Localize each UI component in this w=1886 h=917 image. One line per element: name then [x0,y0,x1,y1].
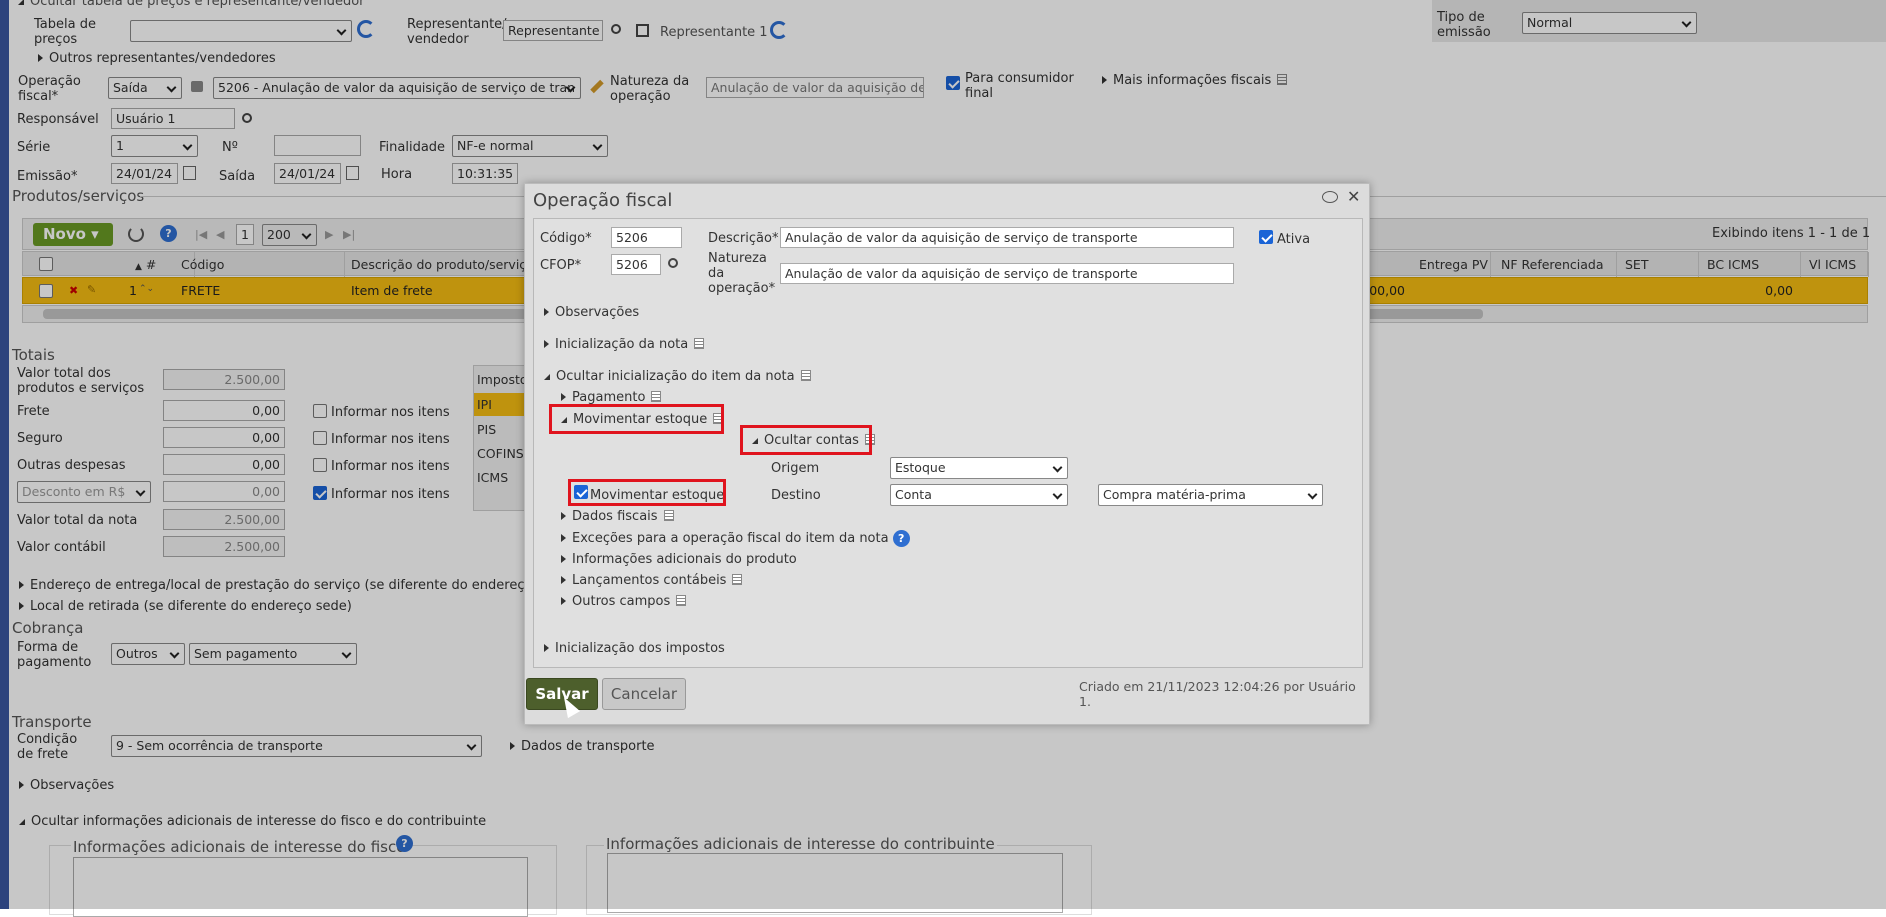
destino-conta-select[interactable]: Compra matéria-prima [1098,484,1323,506]
info-adicionais-produto-toggle[interactable]: Informações adicionais do produto [561,552,797,567]
excecoes-toggle[interactable]: Exceções para a operação fiscal do item … [561,530,910,547]
destino-label: Destino [771,488,821,503]
info-adicionais-produto-label: Informações adicionais do produto [572,552,797,567]
pagamento-label: Pagamento [572,390,646,405]
dialog-title: Operação fiscal [533,190,673,211]
highlight-ocultar-contas [740,425,872,455]
codigo-input[interactable]: 5206 [611,227,682,248]
cfop-label: CFOP* [540,258,582,273]
ocultar-inicializacao-item-toggle[interactable]: Ocultar inicialização do item da nota [544,369,811,384]
ocultar-inicializacao-item-label: Ocultar inicialização do item da nota [556,369,795,384]
codigo-label: Código* [540,231,592,246]
destino-select[interactable]: Conta [890,484,1068,506]
inicializacao-nota-toggle[interactable]: Inicialização da nota [544,337,705,352]
natureza-operacao-input[interactable]: Anulação de valor da aquisição de serviç… [780,263,1234,284]
outros-campos-toggle[interactable]: Outros campos [561,594,687,609]
excecoes-label: Exceções para a operação fiscal do item … [572,531,889,546]
natureza-operacao-label: Natureza da operação* [708,251,776,296]
dados-fiscais-toggle[interactable]: Dados fiscais [561,509,674,524]
note-icon [694,338,705,349]
inicializacao-nota-label: Inicialização da nota [555,337,689,352]
note-icon [651,391,662,402]
dialog-body: Código* 5206 Descrição* Anulação de valo… [533,218,1363,668]
descricao-input[interactable]: Anulação de valor da aquisição de serviç… [780,227,1234,248]
outros-campos-label: Outros campos [572,594,671,609]
note-icon [676,595,687,606]
observacoes-toggle[interactable]: Observações [544,305,639,320]
inicializacao-impostos-toggle[interactable]: Inicialização dos impostos [544,641,725,656]
note-icon [732,574,743,585]
origem-label: Origem [771,461,820,476]
cancelar-button[interactable]: Cancelar [602,678,686,710]
inicializacao-impostos-label: Inicialização dos impostos [555,641,725,656]
search-icon[interactable] [668,258,678,268]
close-icon[interactable]: ✕ [1347,187,1360,206]
lancamentos-label: Lançamentos contábeis [572,573,727,588]
descricao-label: Descrição* [708,231,779,246]
note-icon [663,510,674,521]
ativa-checkbox[interactable] [1259,230,1273,244]
note-icon [800,370,811,381]
chat-icon[interactable] [1322,191,1338,203]
cfop-input[interactable]: 5206 [611,254,661,275]
lancamentos-toggle[interactable]: Lançamentos contábeis [561,573,743,588]
highlight-movimentar-estoque-section [549,404,724,434]
origem-select[interactable]: Estoque [890,457,1068,479]
highlight-movimentar-estoque-checkbox [568,479,726,506]
observacoes-label: Observações [555,305,640,320]
operacao-fiscal-dialog: Operação fiscal ✕ Código* 5206 Descrição… [524,183,1370,725]
pagamento-toggle[interactable]: Pagamento [561,390,662,405]
help-icon[interactable]: ? [892,530,910,547]
criado-em-text: Criado em 21/11/2023 12:04:26 por Usuári… [1079,679,1356,709]
dados-fiscais-label: Dados fiscais [572,509,658,524]
ativa-label: Ativa [1277,232,1311,247]
